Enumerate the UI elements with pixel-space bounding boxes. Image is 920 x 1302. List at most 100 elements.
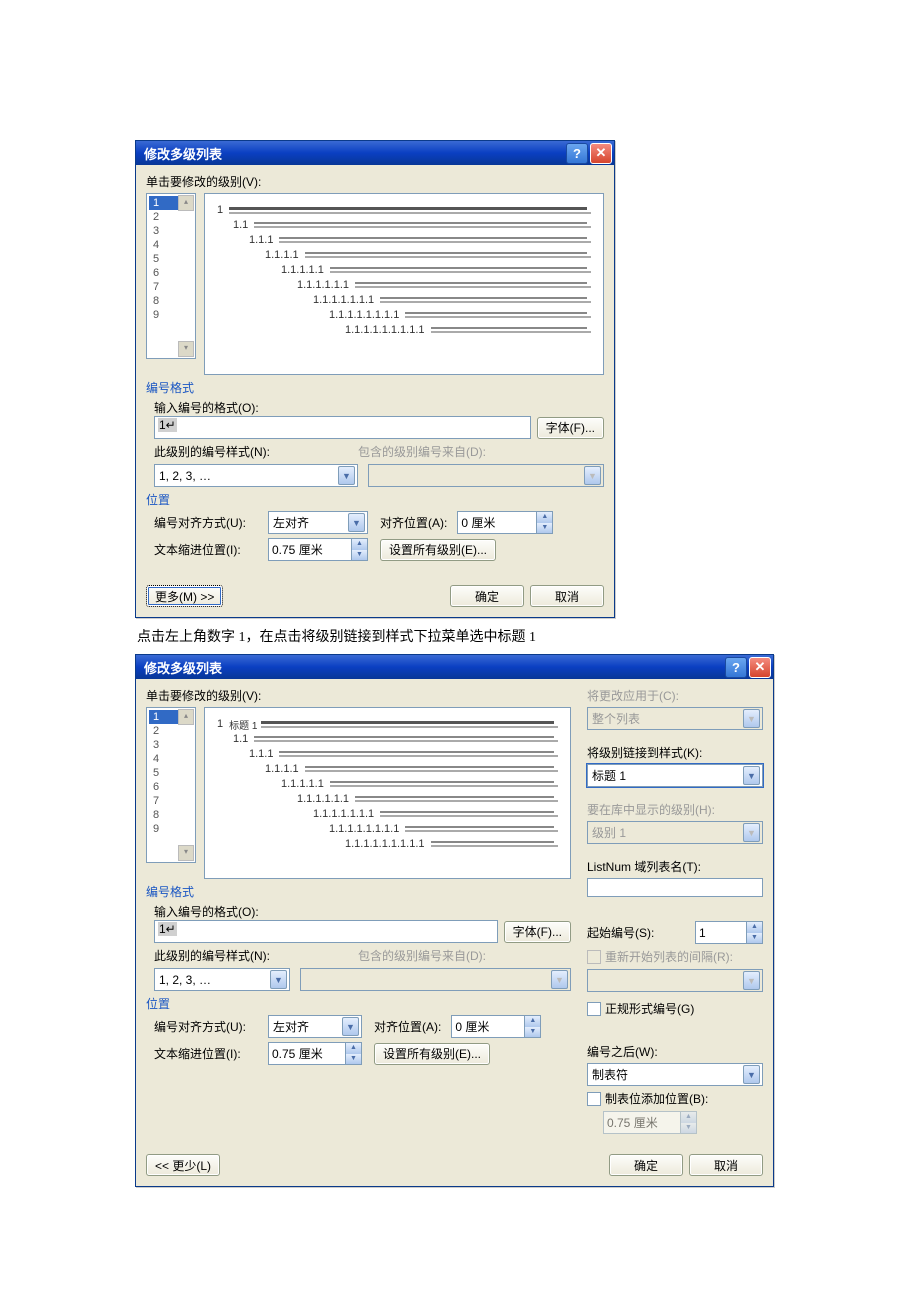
level-item[interactable]: 3 xyxy=(149,224,193,238)
level-item[interactable]: 7 xyxy=(149,794,193,808)
spin-up-icon[interactable]: ▲ xyxy=(346,1043,361,1054)
level-item[interactable]: 4 xyxy=(149,238,193,252)
spin-down-icon[interactable]: ▼ xyxy=(747,933,762,944)
scroll-down-icon[interactable]: ▾ xyxy=(178,341,194,357)
number-style-dropdown[interactable]: 1, 2, 3, …▼ xyxy=(154,968,290,991)
indent-label: 文本缩进位置(I): xyxy=(154,1045,264,1062)
start-at-input[interactable] xyxy=(695,921,746,944)
level-item[interactable]: 8 xyxy=(149,808,193,822)
titlebar[interactable]: 修改多级列表 ? ✕ xyxy=(136,655,773,679)
chevron-down-icon: ▼ xyxy=(743,1065,760,1084)
spin-down-icon[interactable]: ▼ xyxy=(525,1027,540,1038)
follow-dropdown[interactable]: 制表符▼ xyxy=(587,1063,763,1086)
scroll-down-icon[interactable]: ▾ xyxy=(178,845,194,861)
listnum-label: ListNum 域列表名(T): xyxy=(587,858,759,875)
enter-format-label: 输入编号的格式(O): xyxy=(154,399,600,416)
chevron-down-icon: ▼ xyxy=(743,766,760,785)
position-section: 位置 xyxy=(146,995,571,1012)
number-style-dropdown[interactable]: 1, 2, 3, …▼ xyxy=(154,464,358,487)
dialog-title: 修改多级列表 xyxy=(144,658,723,677)
align-at-input[interactable] xyxy=(457,511,536,534)
level-item[interactable]: 4 xyxy=(149,752,193,766)
follow-label: 编号之后(W): xyxy=(587,1043,759,1060)
number-format-input[interactable]: 1↵ xyxy=(154,920,498,943)
level-item[interactable]: 6 xyxy=(149,266,193,280)
more-button[interactable]: 更多(M) >> xyxy=(146,585,223,607)
level-listbox[interactable]: ▴ 1 2 3 4 5 6 7 8 9 ▾ xyxy=(146,193,196,359)
align-at-label: 对齐位置(A): xyxy=(380,514,447,531)
start-at-spinner[interactable]: ▲▼ xyxy=(695,921,763,944)
level-item[interactable]: 2 xyxy=(149,210,193,224)
align-dropdown[interactable]: 左对齐▼ xyxy=(268,511,368,534)
tab-add-label: 制表位添加位置(B): xyxy=(605,1090,708,1107)
align-at-spinner[interactable]: ▲▼ xyxy=(457,511,553,534)
level-item[interactable]: 5 xyxy=(149,766,193,780)
link-style-dropdown[interactable]: 标题 1▼ xyxy=(587,764,763,787)
align-label: 编号对齐方式(U): xyxy=(154,1018,264,1035)
font-button[interactable]: 字体(F)... xyxy=(504,921,571,943)
spin-down-icon[interactable]: ▼ xyxy=(537,523,552,534)
level-item[interactable]: 2 xyxy=(149,724,193,738)
ok-button[interactable]: 确定 xyxy=(450,585,524,607)
cancel-button[interactable]: 取消 xyxy=(530,585,604,607)
less-button[interactable]: << 更少(L) xyxy=(146,1154,220,1176)
chevron-down-icon: ▼ xyxy=(551,970,568,989)
indent-input[interactable] xyxy=(268,538,351,561)
spin-up-icon: ▲ xyxy=(681,1112,696,1123)
cancel-button[interactable]: 取消 xyxy=(689,1154,763,1176)
close-button[interactable]: ✕ xyxy=(590,143,612,164)
level-item[interactable]: 9 xyxy=(149,308,193,322)
align-at-input[interactable] xyxy=(451,1015,524,1038)
gallery-level-label: 要在库中显示的级别(H): xyxy=(587,801,759,818)
chevron-down-icon: ▼ xyxy=(342,1017,359,1036)
style-label: 此级别的编号样式(N): xyxy=(154,947,354,964)
legal-checkbox[interactable] xyxy=(587,1002,601,1016)
tab-add-input xyxy=(603,1111,680,1134)
tab-add-checkbox[interactable] xyxy=(587,1092,601,1106)
set-all-levels-button[interactable]: 设置所有级别(E)... xyxy=(380,539,496,561)
include-from-label: 包含的级别编号来自(D): xyxy=(358,443,486,460)
spin-down-icon[interactable]: ▼ xyxy=(352,550,367,561)
style-label: 此级别的编号样式(N): xyxy=(154,443,354,460)
tab-add-spinner: ▲▼ xyxy=(603,1111,763,1134)
chevron-down-icon: ▼ xyxy=(743,823,760,842)
align-dropdown[interactable]: 左对齐▼ xyxy=(268,1015,362,1038)
start-at-label: 起始编号(S): xyxy=(587,924,654,941)
level-item[interactable]: 3 xyxy=(149,738,193,752)
indent-spinner[interactable]: ▲▼ xyxy=(268,538,368,561)
level-item[interactable]: 6 xyxy=(149,780,193,794)
indent-input[interactable] xyxy=(268,1042,345,1065)
level-listbox[interactable]: ▴ 1 2 3 4 5 6 7 8 9 ▾ xyxy=(146,707,196,863)
help-button[interactable]: ? xyxy=(566,143,588,164)
indent-spinner[interactable]: ▲▼ xyxy=(268,1042,362,1065)
align-label: 编号对齐方式(U): xyxy=(154,514,264,531)
ok-button[interactable]: 确定 xyxy=(609,1154,683,1176)
number-format-input[interactable]: 1↵ xyxy=(154,416,531,439)
click-level-label: 单击要修改的级别(V): xyxy=(146,687,567,704)
include-from-dropdown: ▼ xyxy=(300,968,571,991)
level-item[interactable]: 5 xyxy=(149,252,193,266)
set-all-levels-button[interactable]: 设置所有级别(E)... xyxy=(374,1043,490,1065)
align-at-spinner[interactable]: ▲▼ xyxy=(451,1015,541,1038)
include-from-dropdown: ▼ xyxy=(368,464,604,487)
spin-up-icon[interactable]: ▲ xyxy=(352,539,367,550)
level-item[interactable]: 8 xyxy=(149,294,193,308)
level-item[interactable]: 9 xyxy=(149,822,193,836)
scroll-up-icon[interactable]: ▴ xyxy=(178,195,194,211)
spin-up-icon[interactable]: ▲ xyxy=(525,1016,540,1027)
titlebar[interactable]: 修改多级列表 ? ✕ xyxy=(136,141,614,165)
listnum-input[interactable] xyxy=(587,878,763,897)
spin-down-icon[interactable]: ▼ xyxy=(346,1054,361,1065)
chevron-down-icon: ▼ xyxy=(743,971,760,990)
scroll-up-icon[interactable]: ▴ xyxy=(178,709,194,725)
modify-multilevel-list-dialog-compact: 修改多级列表 ? ✕ 单击要修改的级别(V): ▴ 1 2 3 4 5 6 7 … xyxy=(135,140,615,618)
spin-up-icon[interactable]: ▲ xyxy=(537,512,552,523)
font-button[interactable]: 字体(F)... xyxy=(537,417,604,439)
restart-label: 重新开始列表的间隔(R): xyxy=(605,948,733,965)
level-item[interactable]: 7 xyxy=(149,280,193,294)
help-button[interactable]: ? xyxy=(725,657,747,678)
close-button[interactable]: ✕ xyxy=(749,657,771,678)
modify-multilevel-list-dialog-expanded: 修改多级列表 ? ✕ 单击要修改的级别(V): ▴ 1 2 3 4 5 6 7 … xyxy=(135,654,774,1187)
chevron-down-icon: ▼ xyxy=(270,970,287,989)
spin-up-icon[interactable]: ▲ xyxy=(747,922,762,933)
